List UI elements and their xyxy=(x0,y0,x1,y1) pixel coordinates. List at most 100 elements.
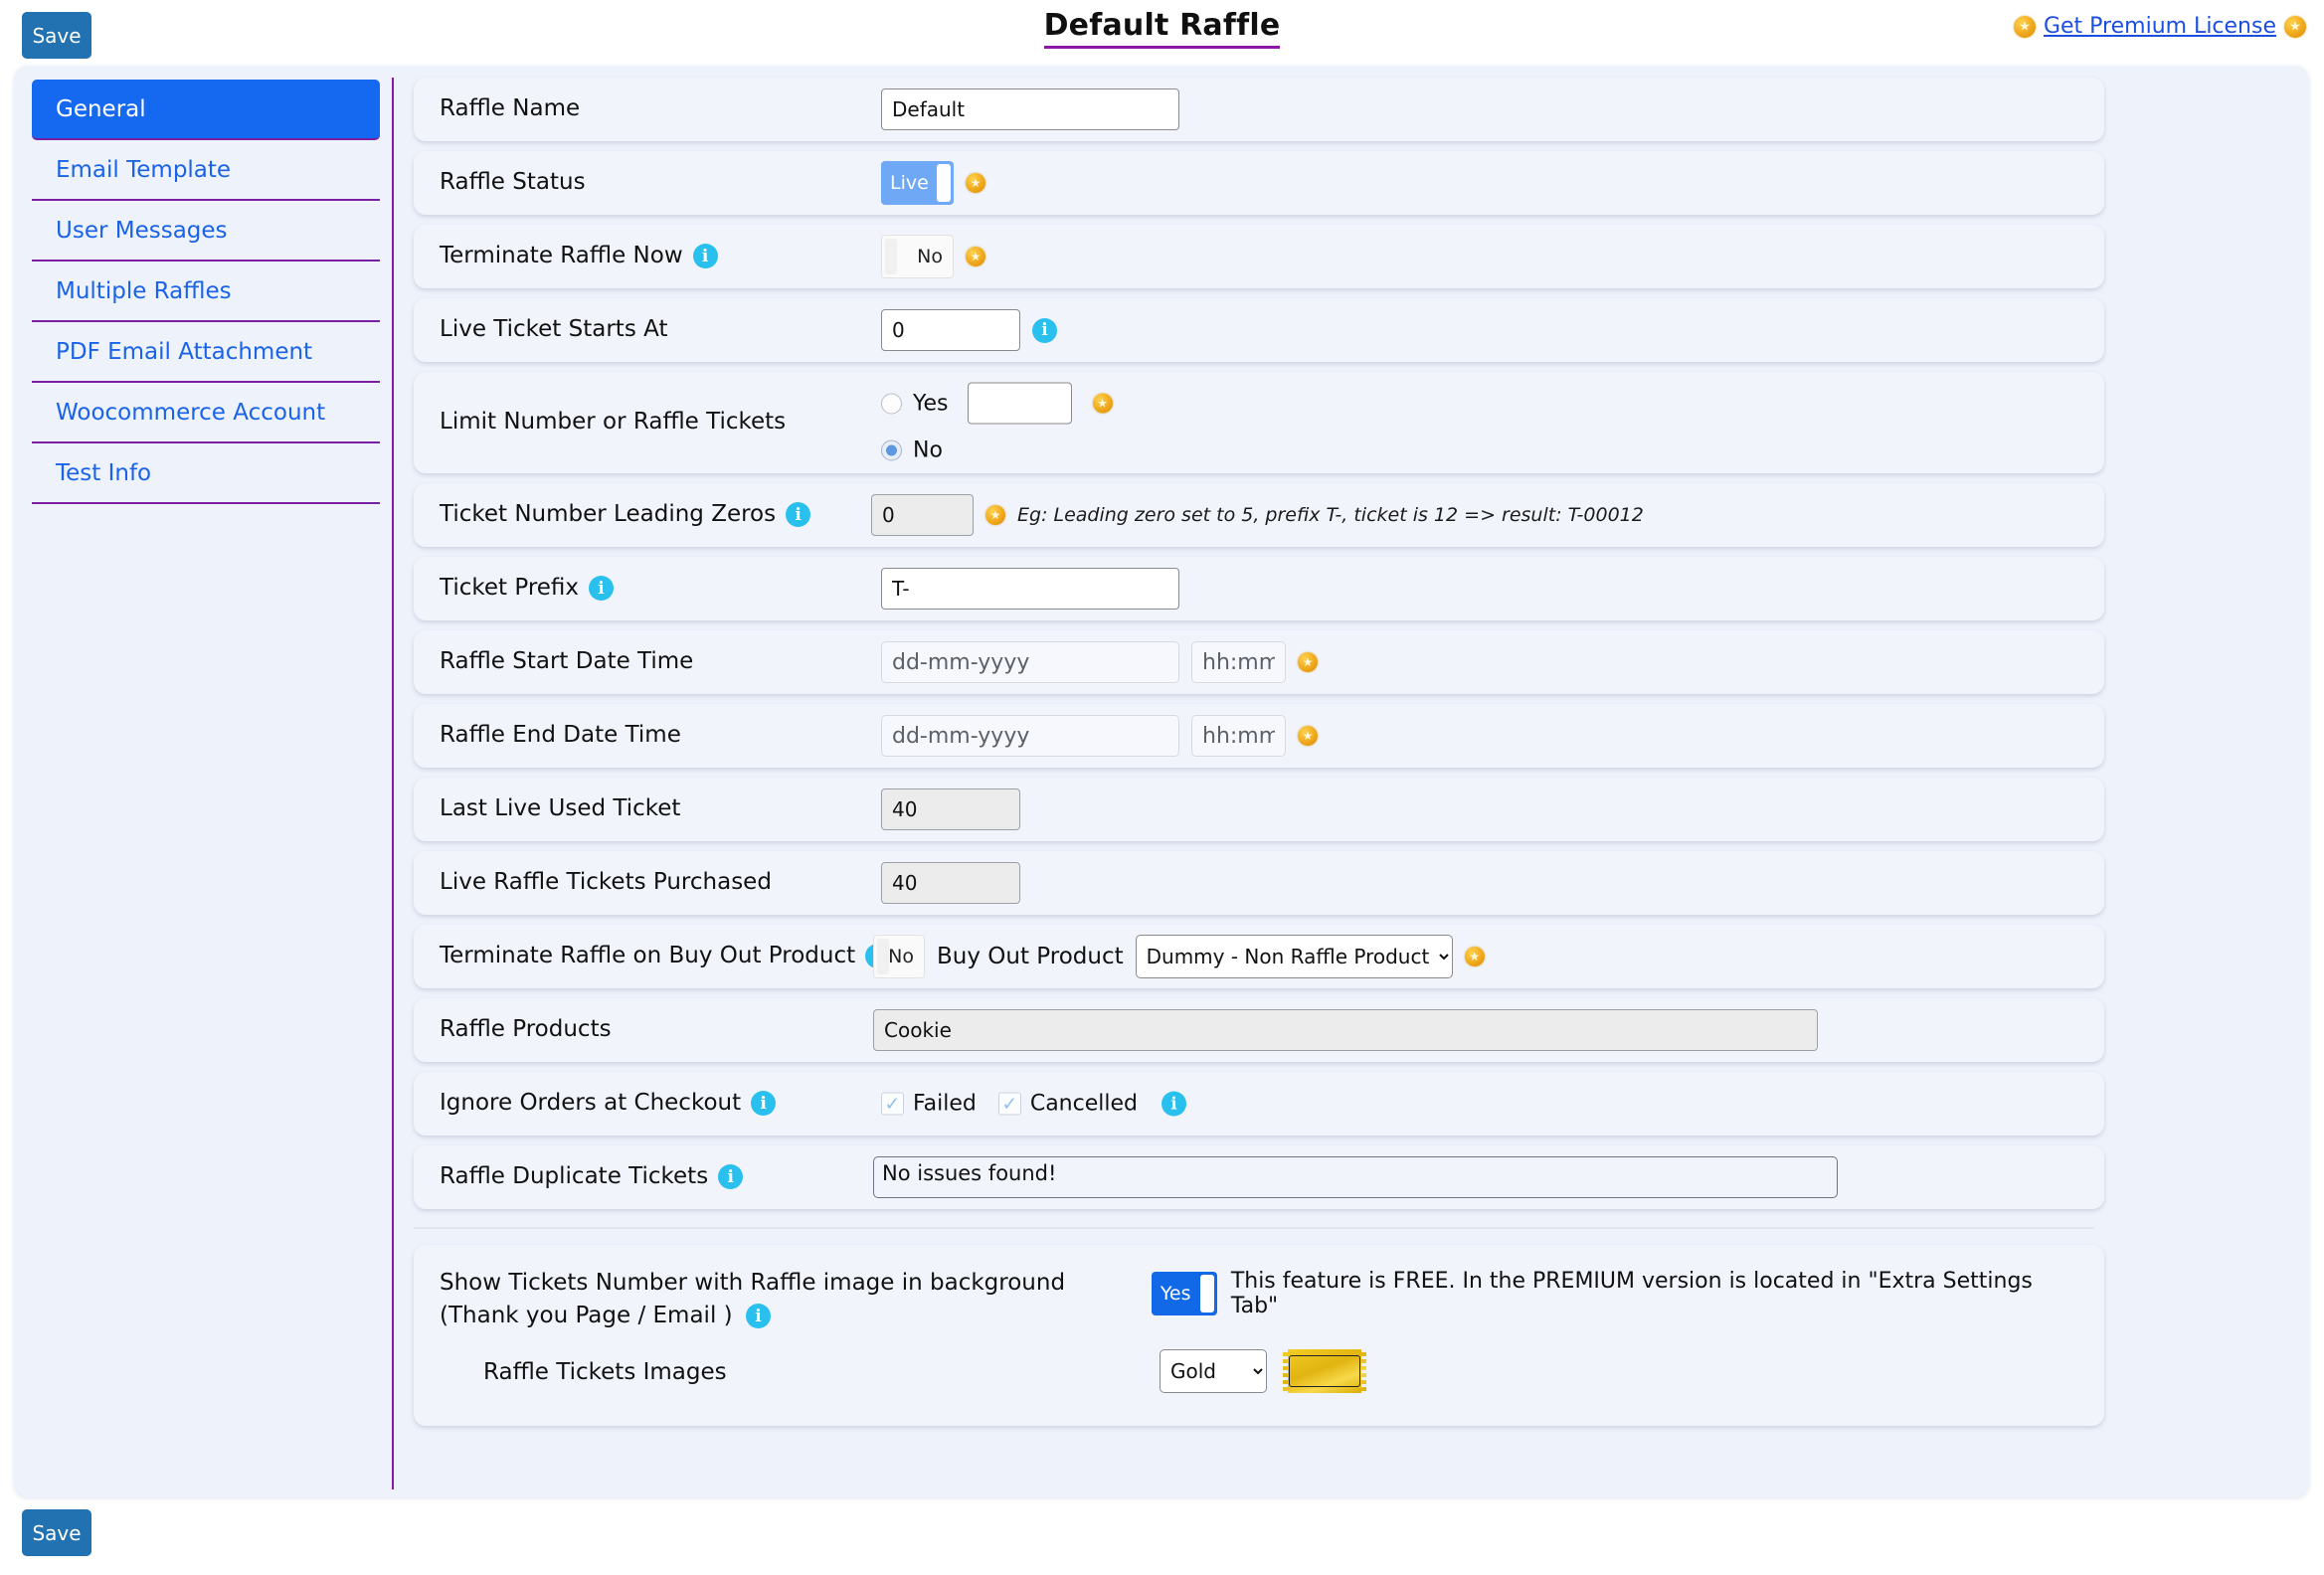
duplicate-tickets-textarea[interactable]: No issues found! xyxy=(873,1156,1838,1198)
sidebar-item-general[interactable]: General xyxy=(32,80,380,140)
radio-no-label: No xyxy=(913,438,943,463)
label-show-ticket-number: Show Tickets Number with Raffle image in… xyxy=(440,1267,1136,1333)
sidebar-item-label: Woocommerce Account xyxy=(56,399,326,426)
row-start-datetime: Raffle Start Date Time xyxy=(414,630,2104,694)
leading-zeros-input[interactable] xyxy=(871,494,974,536)
row-limit-tickets: Limit Number or Raffle Tickets Yes No xyxy=(414,372,2104,473)
label-text: Terminate Raffle on Buy Out Product xyxy=(440,943,856,969)
end-time-input[interactable] xyxy=(1191,715,1286,757)
sidebar-item-email-template[interactable]: Email Template xyxy=(32,140,380,201)
get-premium-license-link[interactable]: Get Premium License xyxy=(2044,14,2276,39)
start-time-input[interactable] xyxy=(1191,641,1286,683)
radio-yes-label: Yes xyxy=(913,391,949,416)
row-tickets-purchased: Live Raffle Tickets Purchased xyxy=(414,851,2104,915)
control-terminate-raffle-now: No xyxy=(881,235,985,278)
ticket-notch-right xyxy=(1361,1348,1366,1393)
label-text: Terminate Raffle Now xyxy=(440,243,683,269)
info-icon[interactable]: i xyxy=(1162,1091,1186,1117)
section-divider xyxy=(414,1227,2094,1229)
sidebar-nav: General Email Template User Messages Mul… xyxy=(32,80,380,504)
row-raffle-products: Raffle Products xyxy=(414,998,2104,1062)
show-ticket-number-toggle[interactable]: Yes xyxy=(1151,1272,1217,1315)
sidebar-item-test-info[interactable]: Test Info xyxy=(32,443,380,504)
gold-star-coin-icon xyxy=(966,173,985,193)
info-icon[interactable]: i xyxy=(745,1304,771,1329)
label-ignore-orders: Ignore Orders at Checkout i xyxy=(440,1088,777,1119)
label-start-datetime: Raffle Start Date Time xyxy=(440,648,694,675)
limit-tickets-no-option[interactable]: No xyxy=(881,438,1113,463)
checkbox-failed-label: Failed xyxy=(913,1091,977,1117)
save-button-bottom[interactable]: Save xyxy=(22,1509,91,1556)
row-duplicate-tickets: Raffle Duplicate Tickets i No issues fou… xyxy=(414,1145,2104,1209)
buy-out-toggle[interactable]: No xyxy=(873,935,925,978)
tickets-purchased-input[interactable] xyxy=(881,862,1020,904)
page-title-text: Default Raffle xyxy=(1043,8,1281,49)
checkbox-failed-group[interactable]: ✓ Failed xyxy=(881,1092,977,1117)
top-bar: Save Default Raffle Get Premium License xyxy=(0,0,2324,62)
info-icon[interactable]: i xyxy=(718,1164,744,1190)
gold-star-coin-icon xyxy=(2013,15,2036,38)
control-ignore-orders: ✓ Failed ✓ Cancelled i xyxy=(881,1091,1186,1117)
row-terminate-raffle-now: Terminate Raffle Now i No xyxy=(414,225,2104,288)
info-icon[interactable]: i xyxy=(786,502,811,528)
live-ticket-starts-at-input[interactable] xyxy=(881,309,1020,351)
info-icon[interactable]: i xyxy=(589,576,615,602)
terminate-raffle-now-toggle[interactable]: No xyxy=(881,235,954,278)
info-icon[interactable]: i xyxy=(751,1091,777,1117)
label-text: Raffle Duplicate Tickets xyxy=(440,1163,709,1190)
control-raffle-status: Live xyxy=(881,161,985,205)
premium-note-text: This feature is FREE. In the PREMIUM ver… xyxy=(1230,1269,2033,1318)
row-leading-zeros: Ticket Number Leading Zeros i Eg: Leadin… xyxy=(414,483,2104,547)
sidebar-item-label: User Messages xyxy=(56,217,228,244)
ticket-prefix-input[interactable] xyxy=(881,568,1179,610)
label-raffle-tickets-images: Raffle Tickets Images xyxy=(483,1358,727,1385)
label-raffle-status: Raffle Status xyxy=(440,169,586,196)
info-icon[interactable]: i xyxy=(692,244,718,269)
premium-license-banner[interactable]: Get Premium License xyxy=(2013,14,2306,39)
gold-star-coin-icon xyxy=(985,505,1005,525)
sidebar-item-multiple-raffles[interactable]: Multiple Raffles xyxy=(32,262,380,322)
raffle-tickets-images-select[interactable]: Gold xyxy=(1160,1348,1267,1393)
gold-star-coin-icon xyxy=(1298,652,1318,672)
control-raffle-name xyxy=(881,88,1179,130)
label-leading-zeros: Ticket Number Leading Zeros i xyxy=(440,499,811,530)
raffle-status-toggle[interactable]: Live xyxy=(881,161,954,205)
sidebar-item-user-messages[interactable]: User Messages xyxy=(32,201,380,262)
radio-no[interactable] xyxy=(881,439,902,461)
toggle-knob xyxy=(1199,1275,1214,1312)
sidebar-divider xyxy=(392,78,394,1489)
sidebar-item-pdf-email-attachment[interactable]: PDF Email Attachment xyxy=(32,322,380,383)
checkbox-cancelled[interactable]: ✓ xyxy=(997,1092,1021,1116)
label-terminate-raffle-now: Terminate Raffle Now i xyxy=(440,241,718,271)
control-end-datetime xyxy=(881,715,1318,757)
sidebar-item-label: Email Template xyxy=(56,156,232,183)
raffle-status-toggle-label: Live xyxy=(890,172,929,194)
gold-star-coin-icon xyxy=(1464,947,1485,966)
limit-tickets-radio-group: Yes No xyxy=(881,382,1113,463)
label-buy-out-product: Terminate Raffle on Buy Out Product i xyxy=(440,941,891,971)
start-date-input[interactable] xyxy=(881,641,1179,683)
control-limit-tickets: Yes No xyxy=(881,382,1113,463)
raffle-name-input[interactable] xyxy=(881,88,1179,130)
gold-ticket-icon xyxy=(1283,1348,1366,1393)
limit-tickets-yes-option[interactable]: Yes xyxy=(881,382,1113,425)
checkbox-failed[interactable]: ✓ xyxy=(881,1092,904,1116)
ticket-notch-left xyxy=(1283,1348,1288,1393)
checkbox-cancelled-group[interactable]: ✓ Cancelled xyxy=(997,1091,1138,1117)
info-icon[interactable]: i xyxy=(1032,317,1057,343)
control-ticket-prefix xyxy=(881,568,1179,610)
radio-yes[interactable] xyxy=(881,393,902,414)
buy-out-product-inline-label: Buy Out Product xyxy=(937,944,1124,969)
end-date-input[interactable] xyxy=(881,715,1179,757)
sidebar-item-label: PDF Email Attachment xyxy=(56,338,313,365)
sidebar-item-woocommerce-account[interactable]: Woocommerce Account xyxy=(32,383,380,443)
limit-tickets-value-input[interactable] xyxy=(967,382,1072,425)
buy-out-product-select[interactable]: Dummy - Non Raffle Product xyxy=(1135,935,1453,978)
row-buy-out-product: Terminate Raffle on Buy Out Product i No… xyxy=(414,925,2104,988)
label-duplicate-tickets: Raffle Duplicate Tickets i xyxy=(440,1161,744,1192)
control-tickets-purchased xyxy=(881,862,1020,904)
checkbox-cancelled-label: Cancelled xyxy=(1029,1091,1138,1117)
row-last-live-ticket: Last Live Used Ticket xyxy=(414,778,2104,841)
last-live-ticket-input[interactable] xyxy=(881,788,1020,830)
raffle-products-input[interactable] xyxy=(873,1009,1818,1051)
